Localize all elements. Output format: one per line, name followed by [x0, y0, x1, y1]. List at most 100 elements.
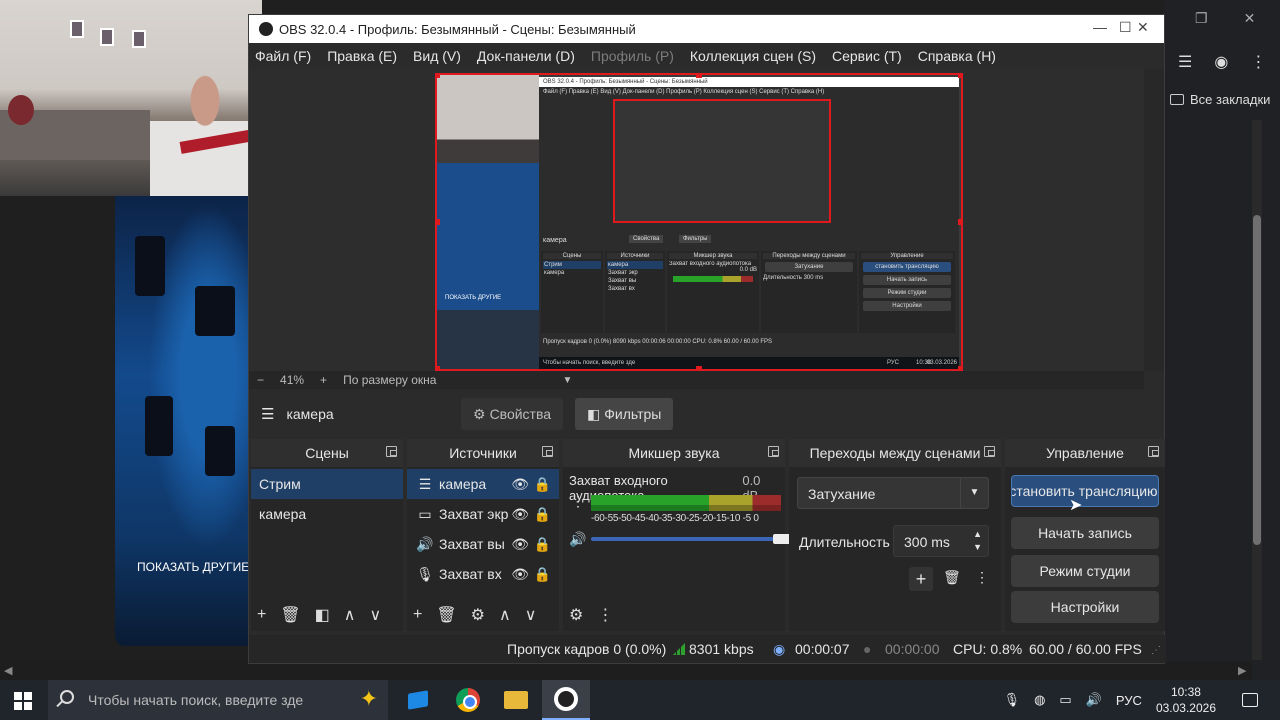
speaker-icon[interactable]: 🔊: [569, 531, 586, 548]
properties-button[interactable]: ⚙ Свойства: [461, 398, 564, 430]
move-down-icon[interactable]: ∨: [525, 605, 537, 625]
eye-icon[interactable]: 👁: [511, 476, 529, 493]
menu-edit[interactable]: Правка (E): [327, 48, 397, 64]
lock-icon[interactable]: 🔒: [534, 476, 551, 493]
person: [150, 60, 260, 196]
eye-icon[interactable]: 👁: [511, 536, 529, 553]
close-icon[interactable]: ✕: [1244, 10, 1256, 27]
record-icon: ●: [863, 641, 872, 657]
show-more-label[interactable]: ПОКАЗАТЬ ДРУГИЕ: [137, 560, 248, 574]
taskbar-app-explorer[interactable]: [492, 680, 540, 720]
undock-icon[interactable]: [768, 446, 779, 457]
trash-icon[interactable]: 🗑: [943, 569, 961, 586]
eye-icon[interactable]: 👁: [511, 506, 529, 523]
chevron-down-icon[interactable]: ▼: [960, 478, 988, 508]
zoom-out-button[interactable]: −: [257, 373, 264, 387]
all-bookmarks[interactable]: Все закладки: [1170, 92, 1270, 107]
maximize-icon[interactable]: ☐: [1119, 19, 1132, 36]
gear-icon[interactable]: ⚙: [471, 605, 485, 625]
windows-start-icon[interactable]: [14, 692, 32, 710]
scene-item[interactable]: Стрим: [251, 469, 403, 499]
menu-file[interactable]: Файл (F): [255, 48, 311, 64]
start-record-button[interactable]: Начать запись: [1011, 517, 1159, 549]
volume-icon[interactable]: 🔊: [1086, 692, 1102, 708]
move-down-icon[interactable]: ∨: [370, 605, 382, 625]
filters-button[interactable]: ◧ Фильтры: [575, 398, 674, 430]
scrollbar-thumb[interactable]: [1253, 215, 1261, 545]
eye-icon[interactable]: 👁: [511, 566, 529, 583]
taskbar-search[interactable]: Чтобы начать поиск, введите зде ✦: [48, 680, 388, 720]
zoom-in-button[interactable]: +: [320, 373, 327, 387]
source-item[interactable]: 🎙 Захват вх 👁 🔒: [407, 559, 559, 589]
resize-handle[interactable]: [437, 75, 440, 78]
profile-icon[interactable]: ◉: [1214, 52, 1228, 72]
menu-profile[interactable]: Профиль (P): [591, 48, 674, 64]
taskbar-app-obs[interactable]: [542, 680, 590, 720]
undock-icon[interactable]: [386, 446, 397, 457]
preview-canvas[interactable]: ПОКАЗАТЬ ДРУГИЕ OBS 32.0.4 - Профиль: Бе…: [435, 73, 963, 371]
kebab-icon[interactable]: ⋮: [571, 493, 585, 510]
menu-docks[interactable]: Док-панели (D): [477, 48, 575, 64]
zoom-fit-label[interactable]: По размеру окна: [343, 373, 436, 387]
taskbar-app-chrome[interactable]: [444, 680, 492, 720]
stop-stream-button[interactable]: Остановить трансляцию: [1011, 475, 1159, 507]
close-icon[interactable]: ✕: [1137, 19, 1149, 36]
trash-icon[interactable]: 🗑: [436, 605, 456, 625]
gear-icon[interactable]: ⚙: [569, 605, 583, 625]
resize-handle[interactable]: [958, 219, 961, 225]
menu-tools[interactable]: Сервис (T): [832, 48, 902, 64]
restore-icon[interactable]: ❐: [1195, 10, 1208, 27]
tray-app-icon[interactable]: ◍: [1034, 692, 1045, 708]
menu-scene-collection[interactable]: Коллекция сцен (S): [690, 48, 816, 64]
resize-grip-icon[interactable]: ⋰: [1151, 645, 1161, 656]
more-icon[interactable]: ⋮: [1250, 52, 1266, 72]
undock-icon[interactable]: [1148, 446, 1159, 457]
transition-select[interactable]: Затухание ▼: [797, 477, 989, 509]
spin-arrows-icon[interactable]: ▲ ▼: [973, 528, 982, 554]
minimize-icon[interactable]: —: [1093, 19, 1107, 35]
volume-slider[interactable]: [591, 537, 781, 541]
add-icon[interactable]: +: [909, 567, 933, 591]
kebab-icon[interactable]: ⋮: [597, 605, 613, 625]
taskbar-clock[interactable]: 10:38 03.03.2026: [1156, 684, 1216, 716]
kebab-icon[interactable]: ⋮: [975, 569, 989, 586]
move-up-icon[interactable]: ∧: [344, 605, 356, 625]
language-indicator[interactable]: РУС: [1116, 693, 1142, 708]
undock-icon[interactable]: [984, 446, 995, 457]
source-item[interactable]: ☰ камера 👁 🔒: [407, 469, 559, 499]
scroll-right-icon[interactable]: ▶: [1238, 664, 1246, 677]
source-item[interactable]: ▭ Захват экр 👁 🔒: [407, 499, 559, 529]
taskbar-app-mail[interactable]: [394, 680, 442, 720]
scene-item[interactable]: камера: [251, 499, 403, 529]
lock-icon[interactable]: 🔒: [534, 506, 551, 523]
scene-filter-icon[interactable]: ◧: [315, 605, 330, 625]
move-up-icon[interactable]: ∧: [499, 605, 511, 625]
playlist-icon[interactable]: ☰: [1178, 52, 1192, 72]
studio-mode-button[interactable]: Режим студии: [1011, 555, 1159, 587]
notification-icon[interactable]: [1242, 693, 1258, 707]
lock-icon[interactable]: 🔒: [534, 566, 551, 583]
horizontal-scrollbar[interactable]: ◀ ▶: [0, 662, 1252, 680]
microphone-icon[interactable]: 🎙: [1004, 692, 1021, 708]
duration-spinbox[interactable]: 300 ms ▲ ▼: [893, 525, 989, 557]
settings-button[interactable]: Настройки: [1011, 591, 1159, 623]
resize-handle[interactable]: [437, 219, 440, 225]
browser-scrollbar[interactable]: [1252, 120, 1262, 660]
scroll-left-icon[interactable]: ◀: [4, 664, 12, 677]
resize-handle[interactable]: [958, 75, 961, 78]
add-icon[interactable]: +: [257, 606, 266, 624]
trash-icon[interactable]: 🗑: [280, 605, 300, 625]
lock-icon[interactable]: 🔒: [534, 536, 551, 553]
obs-titlebar[interactable]: OBS 32.0.4 - Профиль: Безымянный - Сцены…: [249, 15, 1164, 43]
menu-view[interactable]: Вид (V): [413, 48, 461, 64]
cpu-usage: CPU: 0.8%: [953, 641, 1023, 657]
network-icon[interactable]: ▭: [1059, 692, 1071, 708]
copilot-sparkle-icon[interactable]: ✦: [360, 686, 378, 712]
undock-icon[interactable]: [542, 446, 553, 457]
menu-help[interactable]: Справка (H): [918, 48, 996, 64]
chevron-down-icon[interactable]: ▼: [562, 375, 572, 386]
add-icon[interactable]: +: [413, 606, 422, 624]
preview-scrollbar[interactable]: [1144, 69, 1164, 371]
source-item[interactable]: 🔊 Захват вы 👁 🔒: [407, 529, 559, 559]
resize-handle[interactable]: [696, 75, 702, 78]
